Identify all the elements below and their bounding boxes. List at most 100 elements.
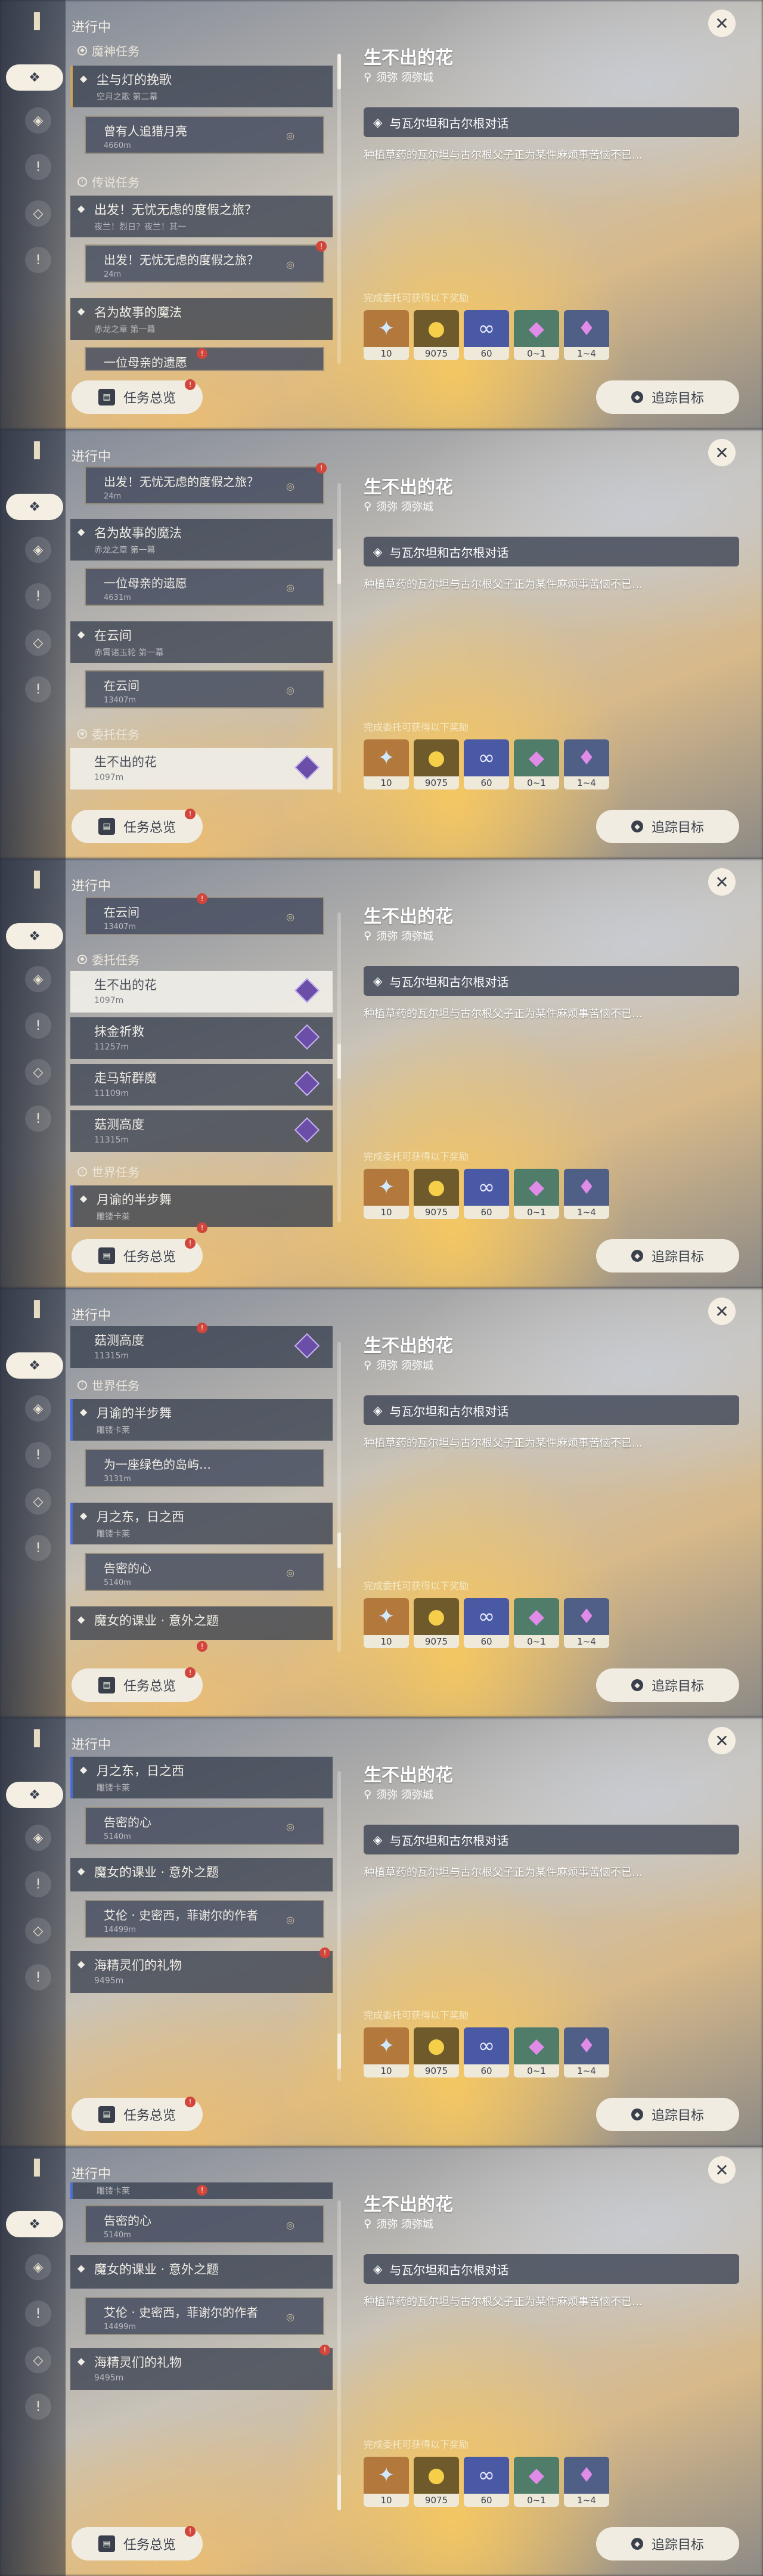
reward-item[interactable]: ♦ 1~4 [564, 2457, 609, 2507]
reward-item[interactable]: ● 9075 [414, 310, 459, 360]
quest-book-icon[interactable]: ❚ [26, 2156, 48, 2180]
quest-step-card[interactable]: 艾伦 · 史密西，菲谢尔的作者 14499m ◎ [85, 1900, 324, 1938]
scrollbar[interactable] [337, 54, 341, 364]
quest-step-card[interactable]: 曾有人追猎月亮 4660m ◎ [85, 116, 324, 154]
world-filter-icon[interactable]: ! [25, 2394, 51, 2420]
reward-item[interactable]: ✦ 10 [364, 1169, 409, 1219]
quest-card-selected[interactable]: 生不出的花 1097m [70, 748, 333, 789]
quest-card[interactable]: ◆ 海精灵们的礼物 9495m [70, 1951, 333, 1993]
archon-filter-icon[interactable]: ◈ [25, 1825, 51, 1851]
quest-card[interactable]: ◆ 出发！无忧无虑的度假之旅？ 夜兰！烈日？夜兰！其一 [70, 196, 333, 237]
all-quests-filter-icon[interactable]: ❖ [6, 1782, 63, 1808]
all-quests-filter-icon[interactable]: ❖ [6, 923, 63, 949]
quest-step-card[interactable]: 告密的心 5140m ◎ [85, 1807, 324, 1845]
commission-filter-icon[interactable]: ◇ [25, 200, 51, 227]
quest-step-card[interactable]: 告密的心 5140m ◎ [85, 2205, 324, 2243]
legend-filter-icon[interactable]: ! [25, 1442, 51, 1468]
reward-item[interactable]: ∞ 60 [464, 739, 509, 789]
quest-step-card[interactable]: 出发！无忧无虑的度假之旅？ 24m ◎ [85, 466, 324, 504]
quest-card[interactable]: ◆ 月之东，日之西 雕镂卡莱 [70, 1503, 333, 1544]
reward-item[interactable]: ◆ 0~1 [514, 2457, 559, 2507]
quest-card[interactable]: ◆ 名为故事的魔法 赤龙之章 第一幕 [70, 519, 333, 561]
reward-item[interactable]: ● 9075 [414, 2027, 459, 2077]
scrollbar-thumb[interactable] [337, 1044, 341, 1079]
quest-card[interactable]: ◆ 魔女的课业 · 意外之题 [70, 2255, 333, 2289]
legend-filter-icon[interactable]: ! [25, 583, 51, 609]
all-quests-filter-icon[interactable]: ❖ [6, 494, 63, 520]
scrollbar[interactable] [337, 912, 341, 1222]
quest-overview-button[interactable]: ▤ 任务总览 [72, 380, 203, 414]
quest-book-icon[interactable]: ❚ [26, 439, 48, 463]
track-button[interactable]: ◆ 追踪目标 [596, 1239, 739, 1272]
all-quests-filter-icon[interactable]: ❖ [6, 2211, 63, 2237]
quest-step-card[interactable]: 出发！无忧无虑的度假之旅？ 24m ◎ [85, 244, 324, 283]
close-icon[interactable]: ✕ [708, 2156, 736, 2184]
legend-filter-icon[interactable]: ! [25, 154, 51, 180]
reward-item[interactable]: ✦ 10 [364, 2027, 409, 2077]
quest-card[interactable]: ◆ 月之东，日之西 雕镂卡莱 [70, 1757, 333, 1798]
quest-book-icon[interactable]: ❚ [26, 10, 48, 33]
close-icon[interactable]: ✕ [708, 1298, 736, 1325]
scrollbar-thumb[interactable] [337, 54, 341, 89]
quest-overview-button[interactable]: ▤ 任务总览 [72, 2098, 203, 2131]
reward-item[interactable]: ◆ 0~1 [514, 739, 559, 789]
quest-book-icon[interactable]: ❚ [26, 868, 48, 892]
reward-item[interactable]: ● 9075 [414, 1169, 459, 1219]
reward-item[interactable]: ∞ 60 [464, 310, 509, 360]
close-icon[interactable]: ✕ [708, 868, 736, 896]
quest-overview-button[interactable]: ▤ 任务总览 [72, 2527, 203, 2560]
quest-card[interactable]: ◆ 名为故事的魔法 赤龙之章 第一幕 [70, 298, 333, 340]
reward-item[interactable]: ∞ 60 [464, 1169, 509, 1219]
legend-filter-icon[interactable]: ! [25, 2301, 51, 2327]
reward-item[interactable]: ● 9075 [414, 1598, 459, 1648]
scrollbar-thumb[interactable] [337, 549, 341, 584]
quest-card-selected[interactable]: 生不出的花 1097m [70, 971, 333, 1013]
reward-item[interactable]: ● 9075 [414, 2457, 459, 2507]
reward-item[interactable]: ● 9075 [414, 739, 459, 789]
track-button[interactable]: ◆ 追踪目标 [596, 2098, 739, 2131]
quest-card[interactable]: ◆ 在云间 赤霄诸玉轮 第一幕 [70, 621, 333, 663]
scrollbar-thumb[interactable] [337, 2475, 341, 2510]
quest-step-card[interactable]: 告密的心 5140m ◎ [85, 1553, 324, 1591]
reward-item[interactable]: ♦ 1~4 [564, 2027, 609, 2077]
all-quests-filter-icon[interactable]: ❖ [6, 1352, 63, 1379]
quest-card[interactable]: ◆ 月谕的半步舞 雕镂卡莱 [70, 1185, 333, 1227]
track-button[interactable]: ◆ 追踪目标 [596, 810, 739, 843]
reward-item[interactable]: ♦ 1~4 [564, 1169, 609, 1219]
reward-item[interactable]: ◆ 0~1 [514, 1598, 559, 1648]
scrollbar[interactable] [337, 1342, 341, 1652]
reward-item[interactable]: ∞ 60 [464, 2457, 509, 2507]
quest-card[interactable]: 菇测高度 11315m [70, 1110, 333, 1152]
track-button[interactable]: ◆ 追踪目标 [596, 2527, 739, 2560]
archon-filter-icon[interactable]: ◈ [25, 537, 51, 563]
quest-step-card[interactable]: 艾伦 · 史密西，菲谢尔的作者 14499m ◎ [85, 2297, 324, 2335]
commission-filter-icon[interactable]: ◇ [25, 1918, 51, 1944]
world-filter-icon[interactable]: ! [25, 247, 51, 273]
close-icon[interactable]: ✕ [708, 10, 736, 37]
quest-step-card[interactable]: 在云间 13407m ◎ [85, 670, 324, 708]
archon-filter-icon[interactable]: ◈ [25, 107, 51, 134]
quest-overview-button[interactable]: ▤ 任务总览 [72, 1239, 203, 1272]
reward-item[interactable]: ✦ 10 [364, 310, 409, 360]
quest-card[interactable]: ◆ 魔女的课业 · 意外之题 [70, 1606, 333, 1640]
quest-card[interactable]: 走马斩群魔 11109m [70, 1064, 333, 1106]
quest-step-card[interactable]: 为一座绿色的岛屿… 3131m [85, 1449, 324, 1487]
reward-item[interactable]: ✦ 10 [364, 739, 409, 789]
archon-filter-icon[interactable]: ◈ [25, 1395, 51, 1422]
world-filter-icon[interactable]: ! [25, 676, 51, 702]
legend-filter-icon[interactable]: ! [25, 1871, 51, 1897]
quest-card[interactable]: ◆ 尘与灯的挽歌 空月之歌 第二幕 [70, 66, 333, 107]
commission-filter-icon[interactable]: ◇ [25, 1488, 51, 1515]
quest-card[interactable]: ◆ 魔女的课业 · 意外之题 [70, 1858, 333, 1891]
commission-filter-icon[interactable]: ◇ [25, 1059, 51, 1085]
reward-item[interactable]: ✦ 10 [364, 1598, 409, 1648]
reward-item[interactable]: ♦ 1~4 [564, 739, 609, 789]
scrollbar[interactable] [337, 483, 341, 793]
reward-item[interactable]: ∞ 60 [464, 2027, 509, 2077]
quest-overview-button[interactable]: ▤ 任务总览 [72, 810, 203, 843]
reward-item[interactable]: ◆ 0~1 [514, 2027, 559, 2077]
reward-item[interactable]: ◆ 0~1 [514, 310, 559, 360]
track-button[interactable]: ◆ 追踪目标 [596, 1668, 739, 1702]
close-icon[interactable]: ✕ [708, 1727, 736, 1754]
commission-filter-icon[interactable]: ◇ [25, 630, 51, 656]
